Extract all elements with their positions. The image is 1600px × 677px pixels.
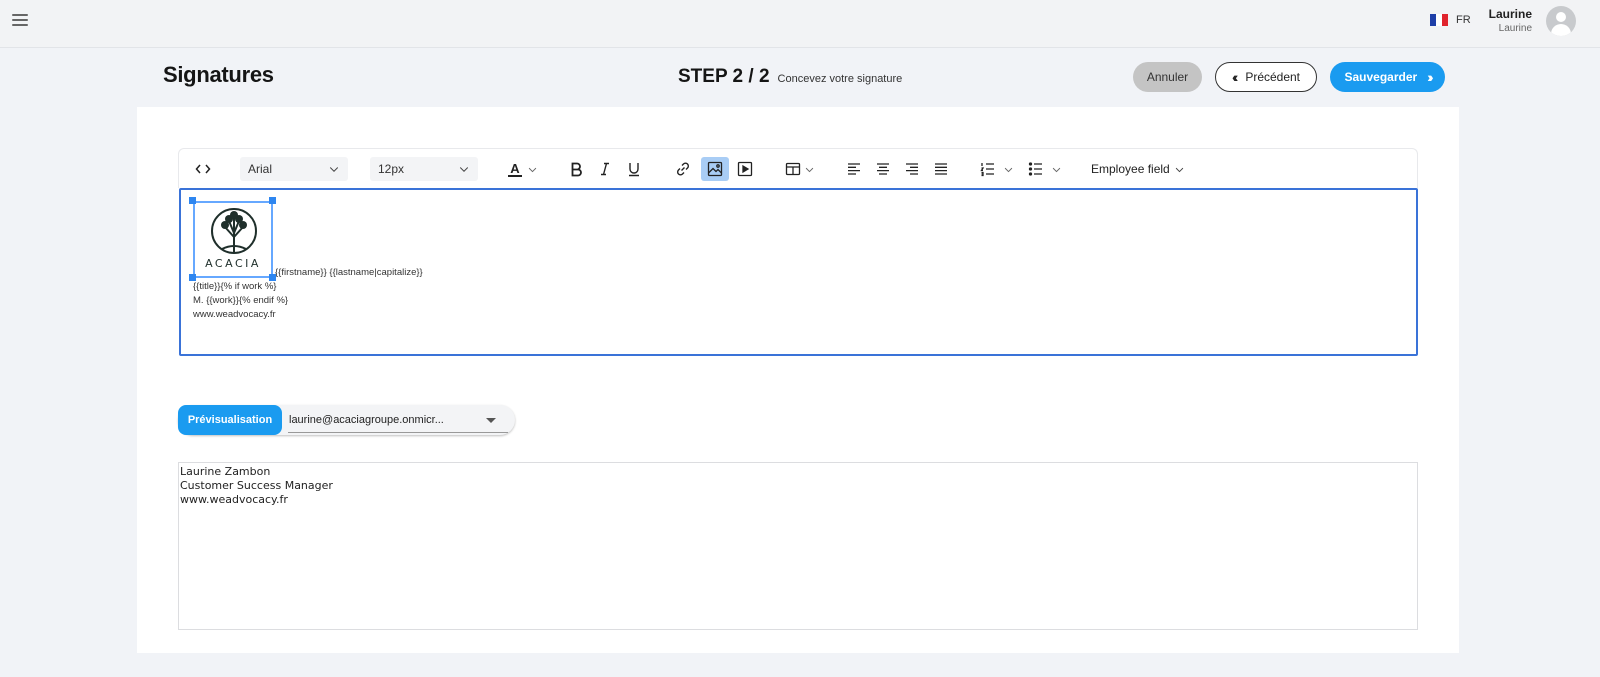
employee-field-label: Employee field [1091, 162, 1170, 176]
chevron-down-icon [1052, 167, 1061, 172]
font-family-value: Arial [248, 162, 273, 176]
save-button[interactable]: Sauvegarder ›› [1330, 62, 1445, 92]
align-justify-icon[interactable] [930, 157, 952, 181]
preview-line-name: Laurine Zambon [180, 465, 271, 478]
language-label: FR [1456, 14, 1471, 26]
company-logo-image[interactable]: ACACIA [193, 201, 273, 278]
previous-label: Précédent [1245, 70, 1301, 84]
chevron-down-icon [329, 167, 339, 172]
user-info[interactable]: Laurine Laurine [1489, 7, 1532, 36]
bold-icon[interactable] [565, 157, 587, 181]
preview-button[interactable]: Prévisualisation [178, 405, 282, 435]
tree-logo-icon [211, 208, 257, 254]
table-icon[interactable] [783, 157, 817, 181]
link-icon[interactable] [672, 157, 694, 181]
previous-button[interactable]: ‹‹ Précédent [1215, 62, 1317, 92]
user-name: Laurine [1488, 7, 1532, 21]
step-count: STEP 2 / 2 [678, 66, 770, 87]
align-center-icon[interactable] [872, 157, 894, 181]
avatar-head [1556, 12, 1566, 22]
text-color-button[interactable]: A [505, 157, 541, 181]
preview-email-select[interactable]: laurine@acaciagroupe.onmicr... [288, 407, 508, 433]
dropdown-arrow-icon [486, 418, 496, 423]
align-right-icon[interactable] [901, 157, 923, 181]
unordered-list-icon[interactable] [1027, 157, 1063, 181]
chevron-down-icon [805, 167, 814, 172]
text-color-icon: A [508, 160, 522, 177]
editor-line-title: {{title}}{% if work %} [193, 281, 277, 292]
double-chevron-left-icon: ‹‹ [1231, 69, 1239, 85]
preview-line-title: Customer Success Manager [180, 479, 333, 492]
signature-editor[interactable]: ACACIA {{firstname}} {{lastname|capitali… [179, 188, 1418, 356]
step-description: Concevez votre signature [777, 73, 903, 85]
font-size-value: 12px [378, 162, 405, 176]
editor-toolbar: Arial 12px A Employee field [178, 148, 1418, 188]
top-bar: FR Laurine Laurine [0, 0, 1600, 48]
chevron-down-icon [1004, 167, 1013, 172]
italic-icon[interactable] [594, 157, 616, 181]
video-icon[interactable] [734, 157, 756, 181]
user-subtitle: Laurine [1498, 23, 1532, 34]
employee-field-dropdown[interactable]: Employee field [1091, 157, 1187, 181]
double-chevron-right-icon: ›› [1427, 69, 1434, 85]
code-view-icon[interactable] [191, 157, 215, 181]
underline-icon[interactable] [623, 157, 645, 181]
logo-text: ACACIA [205, 257, 261, 270]
preview-email-value: laurine@acaciagroupe.onmicr... [289, 413, 444, 426]
page-title: Signatures [163, 62, 274, 87]
resize-handle-top-left[interactable] [189, 197, 196, 204]
ordered-list-icon[interactable] [979, 157, 1015, 181]
font-family-select[interactable]: Arial [240, 157, 348, 181]
resize-handle-bottom-left[interactable] [189, 274, 196, 281]
language-switcher[interactable]: FR [1430, 14, 1471, 26]
editor-line-website: www.weadvocacy.fr [193, 309, 276, 320]
cancel-button[interactable]: Annuler [1133, 62, 1202, 92]
font-size-select[interactable]: 12px [370, 157, 478, 181]
chevron-down-icon [1175, 167, 1183, 172]
avatar[interactable] [1546, 6, 1576, 36]
resize-handle-top-right[interactable] [269, 197, 276, 204]
editor-line-name: {{firstname}} {{lastname|capitalize}} [275, 267, 423, 278]
france-flag-icon [1430, 14, 1448, 26]
editor-line-work: M. {{work}}{% endif %} [193, 295, 289, 306]
image-icon[interactable] [701, 157, 729, 181]
chevron-down-icon [528, 167, 536, 172]
preview-line-website: www.weadvocacy.fr [180, 493, 288, 506]
signature-preview: Laurine Zambon Customer Success Manager … [178, 462, 1418, 630]
align-left-icon[interactable] [843, 157, 865, 181]
step-indicator: STEP 2 / 2 Concevez votre signature [678, 66, 902, 88]
chevron-down-icon [459, 167, 469, 172]
menu-icon[interactable] [12, 14, 28, 28]
cancel-label: Annuler [1146, 70, 1189, 84]
save-label: Sauvegarder [1344, 70, 1418, 84]
preview-label: Prévisualisation [187, 414, 273, 426]
avatar-body [1551, 24, 1571, 36]
